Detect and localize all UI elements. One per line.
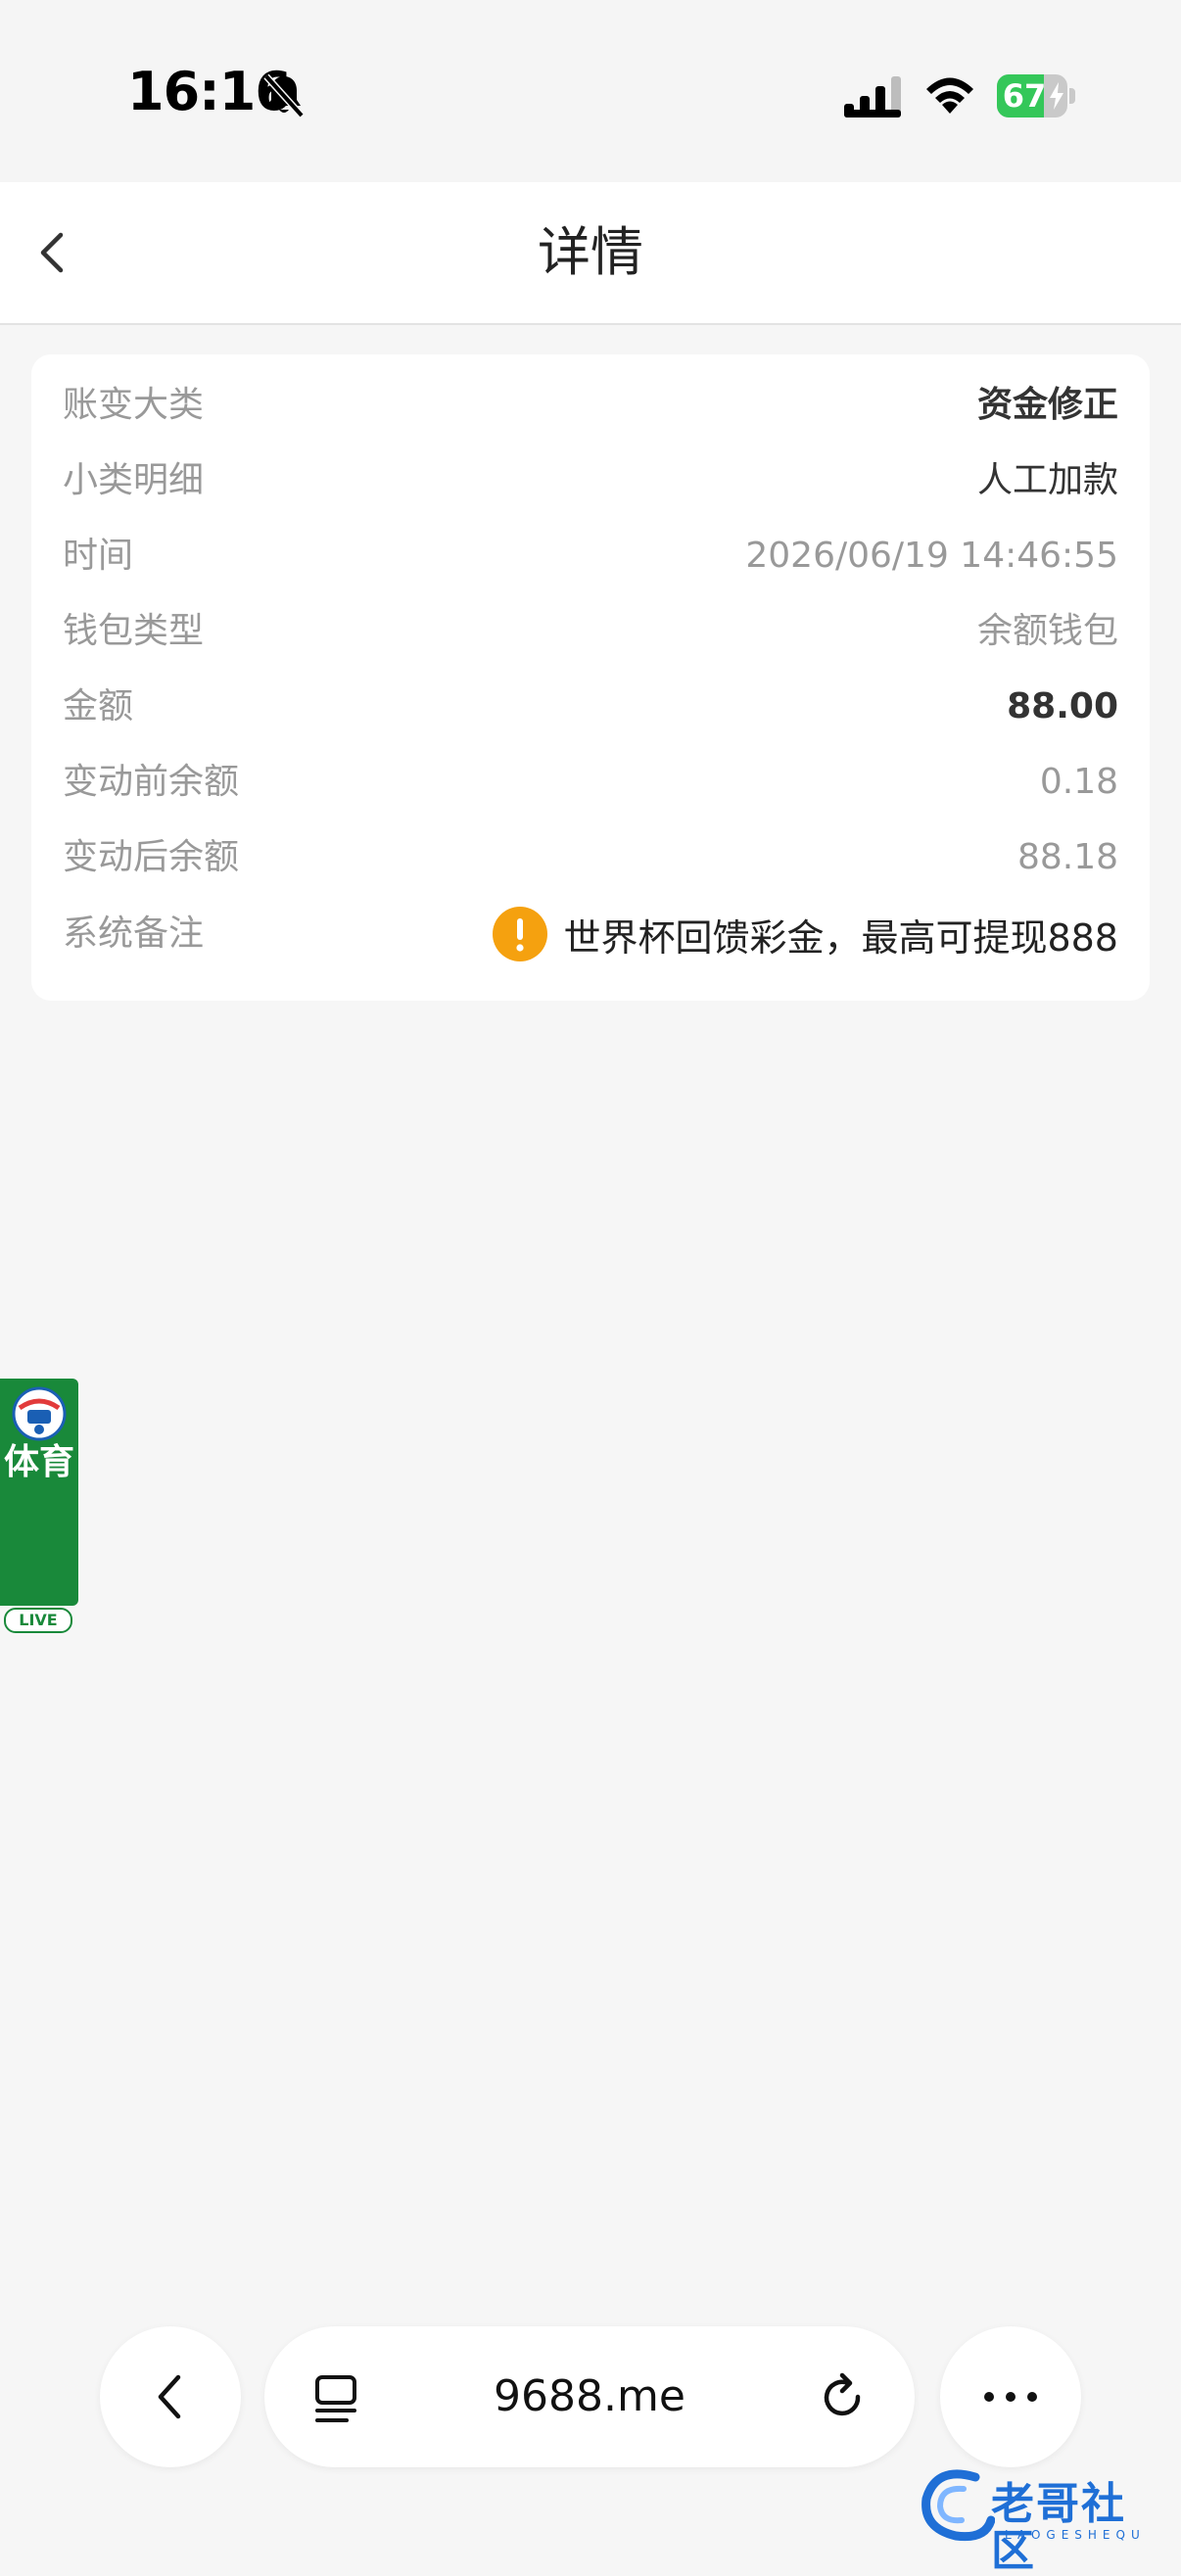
detail-row-time: 时间 2026/06/19 14:46:55 (63, 525, 1118, 587)
row-value: 88.00 (1007, 686, 1118, 726)
charging-bolt-icon (1050, 82, 1063, 110)
chevron-left-icon (158, 2374, 181, 2419)
battery-percent: 67 (1002, 77, 1047, 115)
row-value: 88.18 (1016, 837, 1118, 877)
detail-row-amount: 金额 88.00 (63, 676, 1118, 738)
row-label: 账变大类 (63, 385, 205, 425)
sports-badge-text: 体育 (3, 1442, 74, 1482)
live-tag: LIVE (4, 1608, 72, 1633)
detail-row-system-note: 系统备注 世界杯回馈彩金，最高可提现888 (63, 903, 1118, 965)
cellular-signal-icon (844, 76, 901, 117)
row-value: 2026/06/19 14:46:55 (745, 536, 1118, 576)
battery-body: 67 (997, 74, 1067, 117)
detail-row-wallet-type: 钱包类型 余额钱包 (63, 600, 1118, 663)
row-label: 变动后余额 (63, 837, 240, 877)
nav-header: 详情 (0, 182, 1181, 325)
reload-icon[interactable] (819, 2371, 870, 2426)
browser-more-button[interactable] (940, 2326, 1081, 2467)
browser-back-button[interactable] (100, 2326, 241, 2467)
row-value: 余额钱包 (976, 611, 1118, 651)
note-value: 世界杯回馈彩金，最高可提现888 (493, 903, 1118, 965)
note-text: 世界杯回馈彩金，最高可提现888 (563, 915, 1118, 960)
row-label: 系统备注 (63, 913, 205, 954)
tabs-icon[interactable] (311, 2371, 362, 2426)
detail-row-subcategory: 小类明细 人工加款 (63, 449, 1118, 512)
row-label: 小类明细 (63, 460, 205, 500)
row-label: 金额 (63, 686, 134, 726)
detail-row-balance-after: 变动后余额 88.18 (63, 826, 1118, 889)
warning-icon (493, 907, 548, 961)
soccer-ball-icon (12, 1386, 67, 1441)
battery-icon: 67 (997, 74, 1075, 117)
wifi-icon (926, 77, 973, 114)
watermark-swirl-icon (921, 2469, 995, 2542)
page-title: 详情 (538, 221, 643, 283)
watermark-subtext: LAOGESHEQU (1005, 2528, 1146, 2542)
row-value: 人工加款 (976, 460, 1118, 500)
browser-address-bar[interactable]: 9688.me (264, 2326, 915, 2467)
status-bar: 16:16 67 (0, 0, 1181, 182)
sports-badge-background: 体育 (0, 1379, 78, 1606)
row-value: 资金修正 (976, 385, 1118, 425)
row-value: 0.18 (1039, 762, 1118, 802)
detail-card: 账变大类 资金修正 小类明细 人工加款 时间 2026/06/19 14:46:… (31, 354, 1150, 1001)
bell-off-icon (263, 73, 305, 118)
row-label: 钱包类型 (63, 611, 205, 651)
battery-cap (1069, 88, 1075, 104)
watermark-logo: 老哥社区 LAOGESHEQU (917, 2459, 1167, 2575)
more-icon (984, 2392, 1037, 2402)
sports-badge-label: 体育 (0, 1443, 78, 1482)
detail-row-balance-before: 变动前余额 0.18 (63, 751, 1118, 814)
chevron-left-icon[interactable] (29, 225, 72, 280)
url-text[interactable]: 9688.me (372, 2326, 807, 2467)
detail-row-category: 账变大类 资金修正 (63, 374, 1118, 437)
row-label: 时间 (63, 536, 134, 576)
row-label: 变动前余额 (63, 762, 240, 802)
sports-live-badge[interactable]: 体育 LIVE (0, 1379, 78, 1635)
